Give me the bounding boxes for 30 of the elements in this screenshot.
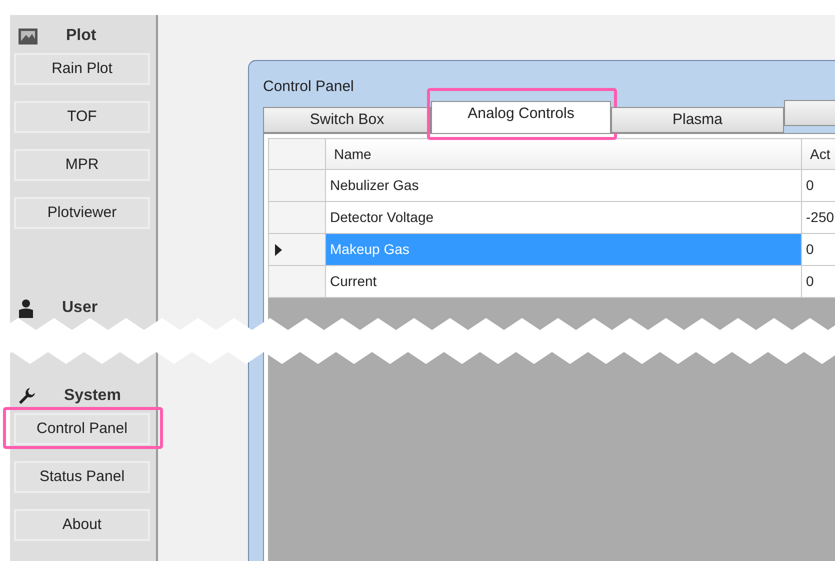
row-pointer-icon (275, 244, 282, 256)
table-cell: Current (326, 266, 802, 298)
column-header[interactable]: Name (326, 138, 802, 170)
tab[interactable]: Switch Box (263, 107, 431, 133)
user-icon (18, 298, 34, 318)
header-corner (268, 138, 326, 170)
table-cell: 0 (802, 170, 835, 202)
table-cell: Detector Voltage (326, 202, 802, 234)
wrench-icon (18, 387, 36, 405)
row-header[interactable] (268, 234, 326, 266)
tab[interactable]: Plasma (611, 107, 784, 133)
sidebar-button[interactable]: Plotviewer (14, 197, 150, 229)
table-cell: Nebulizer Gas (326, 170, 802, 202)
sidebar-button[interactable]: About (14, 509, 150, 541)
column-header[interactable]: Act (802, 138, 835, 170)
section-title: User (62, 298, 98, 318)
table-cell: 0 (802, 266, 835, 298)
table-cell: 0 (802, 234, 835, 266)
window-title: Control Panel (263, 77, 355, 97)
picture-icon (18, 28, 38, 44)
sidebar-button[interactable]: MPR (14, 149, 150, 181)
tab[interactable]: Analog Controls (431, 101, 611, 133)
sidebar-button[interactable]: TOF (14, 101, 150, 133)
table-cell: -250 (802, 202, 835, 234)
section-title: System (64, 386, 121, 406)
sidebar-button[interactable]: Status Panel (14, 461, 150, 493)
table-cell: Makeup Gas (326, 234, 802, 266)
sidebar-button[interactable]: Rain Plot (14, 53, 150, 85)
sidebar-button[interactable]: Control Panel (14, 413, 150, 445)
section-title: Plot (66, 26, 96, 46)
